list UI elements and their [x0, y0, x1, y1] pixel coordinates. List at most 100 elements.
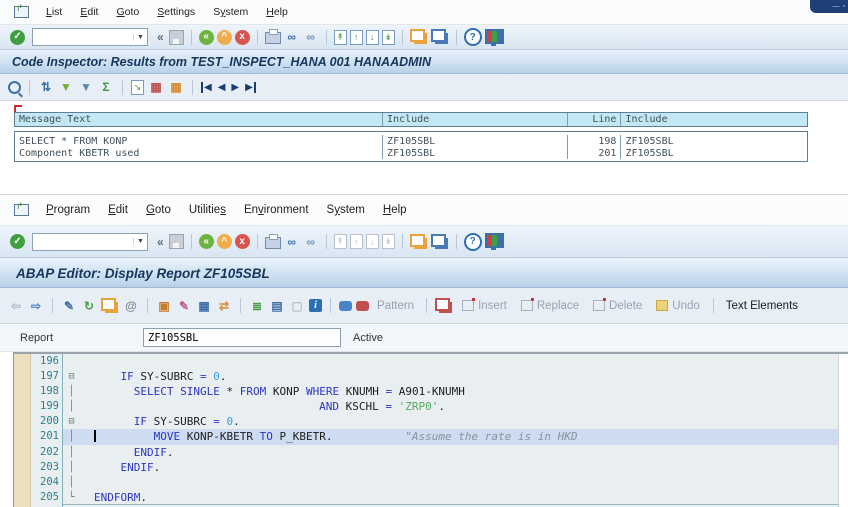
enter-icon[interactable]: ✓ [10, 234, 25, 249]
breakpoint-margin[interactable] [14, 459, 31, 475]
find-icon[interactable]: ∞ [284, 234, 300, 250]
menu-goto[interactable]: Goto [107, 6, 148, 18]
other-object-icon[interactable]: @ [123, 298, 139, 314]
help-icon[interactable]: ? [463, 232, 482, 251]
collapse-toolbar-icon[interactable]: « [155, 235, 166, 249]
print-icon[interactable] [264, 29, 281, 44]
code-line[interactable]: 199 │ AND KSCHL = 'ZRP0'. [14, 399, 848, 415]
where-used-icon[interactable] [339, 300, 352, 311]
insert-button[interactable]: Insert [457, 298, 512, 312]
dropdown-arrow-icon[interactable]: ▼ [133, 33, 147, 41]
back-icon[interactable]: « [198, 234, 214, 249]
menu-system[interactable]: System [204, 6, 257, 18]
table-view-icon[interactable]: ▦ [168, 79, 184, 95]
menu-program[interactable]: Program [37, 204, 99, 216]
sap-shortcut-icon[interactable] [430, 29, 446, 42]
editor-scrollbar[interactable] [838, 354, 848, 507]
column-header-line[interactable]: Line [568, 113, 622, 126]
menu-help[interactable]: Help [257, 6, 297, 18]
save-icon[interactable] [168, 29, 184, 45]
last-record-icon[interactable]: ▶ [244, 81, 256, 93]
back-icon[interactable]: « [198, 29, 214, 45]
forward-arrow-icon[interactable]: ⇨ [28, 298, 44, 314]
table-maintenance-icon[interactable]: ▦ [196, 298, 212, 314]
find-next-icon[interactable]: ∞ [303, 29, 319, 45]
exit-icon[interactable]: x [234, 234, 250, 249]
column-header-include[interactable]: Include [383, 113, 568, 126]
menu-goto[interactable]: Goto [137, 204, 180, 216]
collapse-toolbar-icon[interactable]: « [155, 30, 166, 44]
modify-blocks-icon[interactable] [435, 297, 451, 311]
undo-button[interactable]: Undo [651, 300, 705, 312]
next-page-icon[interactable]: ↓ [365, 29, 379, 45]
breakpoint-margin[interactable] [14, 399, 31, 415]
next-page-icon[interactable]: ↓ [365, 234, 379, 249]
breakpoint-margin[interactable] [14, 429, 31, 445]
command-field[interactable]: ▼ [32, 232, 148, 251]
menu-utilities[interactable]: Utilities [180, 204, 235, 216]
report-input[interactable] [143, 328, 341, 347]
fold-collapse-icon[interactable]: ⊟ [63, 414, 80, 429]
breakpoint-margin[interactable] [14, 384, 31, 400]
pattern-button[interactable]: Pattern [373, 300, 418, 312]
up-icon[interactable]: ^ [216, 29, 232, 45]
object-list-icon[interactable]: ≣ [249, 298, 265, 314]
sap-shortcut-icon[interactable] [430, 233, 446, 247]
code-line[interactable]: 203 │ ENDIF. [14, 459, 848, 475]
code-line[interactable]: 205 └ ENDFORM. [14, 489, 848, 505]
sum-icon[interactable]: Σ [98, 79, 114, 95]
find-icon[interactable]: ∞ [284, 29, 300, 45]
back-arrow-icon[interactable]: ⇦ [8, 298, 24, 314]
customize-local-layout-icon[interactable] [484, 233, 504, 250]
code-line[interactable]: 196 [14, 354, 848, 370]
code-line[interactable]: 201 │ MOVE KONP-KBETR TO P_KBETR. "Assume… [14, 429, 848, 445]
result-row[interactable]: Component KBETR used ZF105SBL 201 ZF105SBL [15, 147, 807, 159]
sort-ascending-icon[interactable]: ⇅ [38, 79, 54, 95]
first-record-icon[interactable]: ◀ [201, 81, 213, 93]
display-variant-icon[interactable]: ▦ [148, 79, 164, 95]
choose-detail-icon[interactable] [8, 80, 21, 94]
menu-settings[interactable]: Settings [148, 6, 204, 18]
code-line[interactable]: 200 ⊟ IF SY-SUBRC = 0. [14, 414, 848, 430]
menu-list[interactable]: List [37, 6, 71, 18]
menu-edit[interactable]: Edit [99, 204, 137, 216]
replace-button[interactable]: Replace [516, 298, 584, 312]
code-editor[interactable]: 196 197 ⊟ IF SY-SUBRC = 0. 198 │ SELECT SING… [13, 352, 848, 507]
up-icon[interactable]: ^ [216, 234, 232, 249]
exit-icon[interactable]: x [234, 29, 250, 45]
new-session-icon[interactable] [409, 233, 425, 247]
save-icon[interactable] [168, 234, 184, 249]
breakpoint-margin[interactable] [14, 489, 31, 505]
filter-icon[interactable]: ▼ [58, 79, 74, 95]
export-icon[interactable]: ↘ [131, 79, 144, 95]
menu-system[interactable]: System [318, 204, 374, 216]
copy-icon[interactable] [101, 297, 116, 311]
code-line[interactable]: 198 │ SELECT SINGLE * FROM KONP WHERE KNU… [14, 384, 848, 400]
menu-environment[interactable]: Environment [235, 204, 318, 216]
text-elements-button[interactable]: Text Elements [722, 300, 802, 312]
info-icon[interactable]: i [309, 299, 322, 312]
dropdown-arrow-icon[interactable]: ▼ [133, 238, 147, 245]
breakpoint-margin[interactable] [14, 354, 31, 370]
menu-edit[interactable]: Edit [71, 6, 107, 18]
previous-page-icon[interactable]: ↑ [349, 234, 363, 249]
find-next-icon[interactable]: ∞ [303, 234, 319, 250]
next-record-icon[interactable]: ▶ [230, 82, 240, 93]
command-input[interactable] [33, 234, 133, 249]
breakpoint-margin[interactable] [14, 474, 31, 490]
menu-help[interactable]: Help [374, 204, 416, 216]
code-line[interactable]: 202 │ ENDIF. [14, 444, 848, 460]
first-page-icon[interactable]: ↟ [333, 234, 347, 249]
previous-page-icon[interactable]: ↑ [349, 29, 363, 45]
column-header-message-text[interactable]: Message Text [15, 113, 384, 126]
code-line[interactable]: 204 │ [14, 474, 848, 490]
maximize-icon[interactable]: ▫ [843, 3, 845, 10]
minimize-icon[interactable]: — [833, 3, 840, 10]
system-menu-icon[interactable] [14, 3, 29, 18]
window-controls[interactable]: — ▫ [810, 0, 848, 13]
delete-button[interactable]: Delete [588, 298, 647, 312]
enter-icon[interactable]: ✓ [10, 29, 25, 45]
system-menu-icon[interactable] [14, 201, 29, 216]
pretty-printer-icon[interactable]: ✎ [176, 298, 192, 314]
inactive-box-icon[interactable]: ▢ [289, 298, 305, 314]
